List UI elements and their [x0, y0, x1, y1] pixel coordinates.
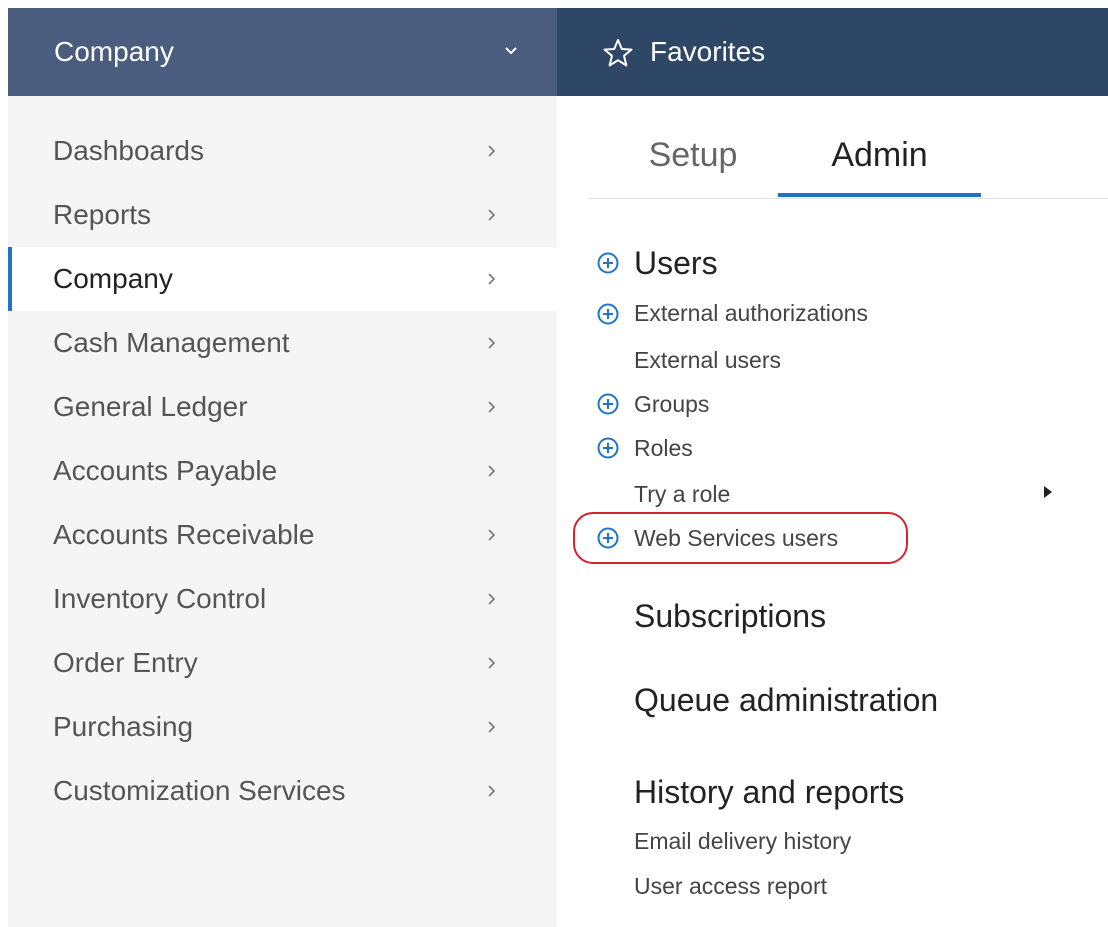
chevron-right-icon — [488, 657, 496, 669]
link-web-services-users[interactable]: Web Services users — [634, 525, 838, 552]
menu-item-company[interactable]: Company — [8, 247, 557, 311]
link-groups[interactable]: Groups — [634, 391, 709, 418]
chevron-down-icon — [505, 47, 517, 55]
link-external-authorizations[interactable]: External authorizations — [634, 300, 868, 327]
caret-right-icon[interactable] — [1044, 486, 1052, 498]
menu-item-label: Customization Services — [53, 775, 346, 806]
section-title-queue-administration[interactable]: Queue administration — [634, 682, 938, 719]
menu-item-cash-management[interactable]: Cash Management — [8, 311, 557, 375]
menu-item-customization-services[interactable]: Customization Services — [8, 759, 557, 823]
expand-plus-icon[interactable] — [597, 252, 619, 274]
chevron-right-icon — [488, 145, 496, 157]
link-roles[interactable]: Roles — [634, 435, 693, 462]
favorites-button[interactable]: Favorites — [557, 8, 1108, 96]
menu-item-label: Order Entry — [53, 647, 198, 678]
section-title-subscriptions[interactable]: Subscriptions — [634, 598, 826, 635]
favorites-label: Favorites — [650, 36, 766, 67]
section-title-users: Users — [634, 245, 718, 281]
menu-item-accounts-payable[interactable]: Accounts Payable — [8, 439, 557, 503]
chevron-right-icon — [488, 401, 496, 413]
chevron-right-icon — [488, 593, 496, 605]
tab-bar: Setup Admin — [588, 96, 1108, 199]
module-selector-label: Company — [54, 36, 174, 67]
link-external-users[interactable]: External users — [634, 347, 781, 374]
menu-item-label: Reports — [53, 199, 152, 230]
section-title-history-and-reports: History and reports — [634, 774, 905, 810]
menu-item-inventory-control[interactable]: Inventory Control — [8, 567, 557, 631]
menu-item-label: Accounts Payable — [53, 455, 278, 486]
module-selector[interactable]: Company — [8, 8, 557, 96]
chevron-right-icon — [488, 337, 496, 349]
menu-item-dashboards[interactable]: Dashboards — [8, 119, 557, 183]
expand-plus-icon[interactable] — [597, 437, 619, 459]
tab-admin[interactable]: Admin — [778, 96, 981, 197]
expand-plus-icon[interactable] — [597, 393, 619, 415]
chevron-right-icon — [488, 465, 496, 477]
expand-plus-icon[interactable] — [597, 303, 619, 325]
menu-item-accounts-receivable[interactable]: Accounts Receivable — [8, 503, 557, 567]
menu-item-label: Purchasing — [53, 711, 194, 742]
menu-item-label: Accounts Receivable — [53, 519, 315, 550]
main-menu: Dashboards Reports Company Cash Manageme… — [8, 96, 557, 927]
menu-item-label: Cash Management — [53, 327, 290, 358]
menu-item-label: Dashboards — [53, 135, 204, 166]
menu-item-purchasing[interactable]: Purchasing — [8, 695, 557, 759]
chevron-right-icon — [488, 721, 496, 733]
expand-plus-icon[interactable] — [597, 527, 619, 549]
chevron-right-icon — [488, 209, 496, 221]
chevron-right-icon — [488, 273, 496, 285]
menu-item-label: Company — [53, 263, 173, 294]
menu-item-reports[interactable]: Reports — [8, 183, 557, 247]
chevron-right-icon — [488, 785, 496, 797]
tab-setup[interactable]: Setup — [598, 96, 788, 197]
menu-item-label: Inventory Control — [53, 583, 267, 614]
link-user-access-report[interactable]: User access report — [634, 873, 827, 900]
menu-item-order-entry[interactable]: Order Entry — [8, 631, 557, 695]
menu-item-general-ledger[interactable]: General Ledger — [8, 375, 557, 439]
chevron-right-icon — [488, 529, 496, 541]
menu-item-label: General Ledger — [53, 391, 248, 422]
star-icon — [603, 39, 633, 67]
link-try-a-role[interactable]: Try a role — [634, 481, 730, 508]
link-email-delivery-history[interactable]: Email delivery history — [634, 828, 851, 855]
